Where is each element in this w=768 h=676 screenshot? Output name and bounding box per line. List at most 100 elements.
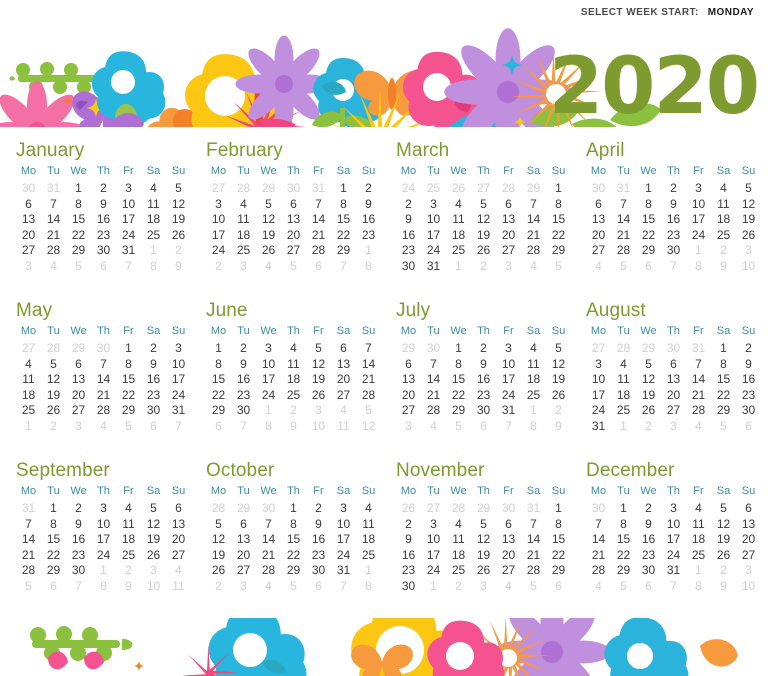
day-cell[interactable]: 20 [66,388,91,404]
day-cell[interactable]: 5 [206,517,231,533]
day-cell[interactable]: 9 [356,197,381,213]
day-cell[interactable]: 24 [331,548,356,564]
day-cell-adjacent-month[interactable]: 30 [496,501,521,517]
day-cell[interactable]: 15 [446,372,471,388]
day-cell[interactable]: 24 [91,548,116,564]
day-cell[interactable]: 31 [661,563,686,579]
day-cell-adjacent-month[interactable]: 6 [306,579,331,595]
day-cell-adjacent-month[interactable]: 1 [256,403,281,419]
day-cell[interactable]: 23 [396,243,421,259]
day-cell-adjacent-month[interactable]: 11 [331,419,356,435]
day-cell[interactable]: 1 [711,341,736,357]
day-cell[interactable]: 22 [611,548,636,564]
day-cell[interactable]: 1 [116,341,141,357]
day-cell[interactable]: 8 [41,517,66,533]
day-cell-adjacent-month[interactable]: 3 [141,563,166,579]
day-cell[interactable]: 11 [446,532,471,548]
day-cell[interactable]: 28 [611,243,636,259]
day-cell[interactable]: 10 [91,517,116,533]
day-cell[interactable]: 10 [206,212,231,228]
day-cell[interactable]: 1 [331,181,356,197]
day-cell[interactable]: 3 [421,197,446,213]
day-cell-adjacent-month[interactable]: 25 [421,181,446,197]
day-cell-adjacent-month[interactable]: 8 [521,419,546,435]
day-cell[interactable]: 18 [16,388,41,404]
day-cell[interactable]: 26 [141,548,166,564]
day-cell[interactable]: 15 [41,532,66,548]
day-cell-adjacent-month[interactable]: 6 [636,579,661,595]
day-cell-adjacent-month[interactable]: 28 [231,181,256,197]
day-cell-adjacent-month[interactable]: 5 [116,419,141,435]
day-cell[interactable]: 14 [611,212,636,228]
day-cell-adjacent-month[interactable]: 5 [521,579,546,595]
day-cell[interactable]: 1 [611,501,636,517]
day-cell[interactable]: 15 [331,212,356,228]
day-cell[interactable]: 28 [686,403,711,419]
day-cell[interactable]: 28 [256,563,281,579]
day-cell[interactable]: 6 [496,517,521,533]
day-cell-adjacent-month[interactable]: 7 [331,579,356,595]
day-cell[interactable]: 12 [736,197,761,213]
day-cell[interactable]: 21 [586,548,611,564]
day-cell[interactable]: 8 [206,357,231,373]
day-cell[interactable]: 28 [306,243,331,259]
day-cell-adjacent-month[interactable]: 9 [166,259,191,275]
day-cell[interactable]: 14 [256,532,281,548]
day-cell[interactable]: 19 [41,388,66,404]
day-cell[interactable]: 23 [66,548,91,564]
day-cell[interactable]: 19 [471,228,496,244]
day-cell[interactable]: 14 [16,532,41,548]
day-cell[interactable]: 20 [396,388,421,404]
day-cell[interactable]: 19 [166,212,191,228]
day-cell[interactable]: 14 [91,372,116,388]
day-cell[interactable]: 18 [686,532,711,548]
day-cell-adjacent-month[interactable]: 4 [256,259,281,275]
day-cell[interactable]: 7 [41,197,66,213]
day-cell[interactable]: 27 [281,243,306,259]
day-cell[interactable]: 8 [711,357,736,373]
day-cell[interactable]: 18 [281,372,306,388]
day-cell[interactable]: 22 [66,228,91,244]
day-cell[interactable]: 13 [736,517,761,533]
day-cell[interactable]: 1 [41,501,66,517]
day-cell[interactable]: 27 [496,243,521,259]
day-cell[interactable]: 12 [711,517,736,533]
day-cell-adjacent-month[interactable]: 3 [736,563,761,579]
day-cell-adjacent-month[interactable]: 27 [421,501,446,517]
day-cell[interactable]: 24 [116,228,141,244]
day-cell[interactable]: 27 [16,243,41,259]
day-cell-adjacent-month[interactable]: 2 [206,259,231,275]
day-cell[interactable]: 28 [356,388,381,404]
day-cell[interactable]: 5 [546,341,571,357]
day-cell[interactable]: 29 [711,403,736,419]
day-cell-adjacent-month[interactable]: 5 [546,259,571,275]
day-cell[interactable]: 5 [471,197,496,213]
day-cell-adjacent-month[interactable]: 2 [546,403,571,419]
day-cell-adjacent-month[interactable]: 6 [141,419,166,435]
day-cell[interactable]: 17 [421,228,446,244]
day-cell[interactable]: 16 [306,532,331,548]
day-cell[interactable]: 2 [661,181,686,197]
day-cell[interactable]: 17 [586,388,611,404]
day-cell[interactable]: 27 [496,563,521,579]
day-cell-adjacent-month[interactable]: 30 [661,341,686,357]
day-cell-adjacent-month[interactable]: 31 [41,181,66,197]
day-cell[interactable]: 24 [256,388,281,404]
day-cell-adjacent-month[interactable]: 4 [166,563,191,579]
day-cell-adjacent-month[interactable]: 4 [331,403,356,419]
day-cell-adjacent-month[interactable]: 8 [91,579,116,595]
day-cell[interactable]: 24 [586,403,611,419]
day-cell[interactable]: 16 [396,228,421,244]
day-cell[interactable]: 18 [231,228,256,244]
day-cell[interactable]: 2 [396,517,421,533]
day-cell[interactable]: 20 [586,228,611,244]
day-cell-adjacent-month[interactable]: 2 [166,243,191,259]
day-cell[interactable]: 28 [16,563,41,579]
day-cell[interactable]: 7 [611,197,636,213]
day-cell[interactable]: 29 [66,243,91,259]
day-cell-adjacent-month[interactable]: 3 [231,259,256,275]
day-cell-adjacent-month[interactable]: 27 [586,341,611,357]
day-cell[interactable]: 29 [41,563,66,579]
day-cell-adjacent-month[interactable]: 3 [66,419,91,435]
day-cell[interactable]: 21 [521,548,546,564]
